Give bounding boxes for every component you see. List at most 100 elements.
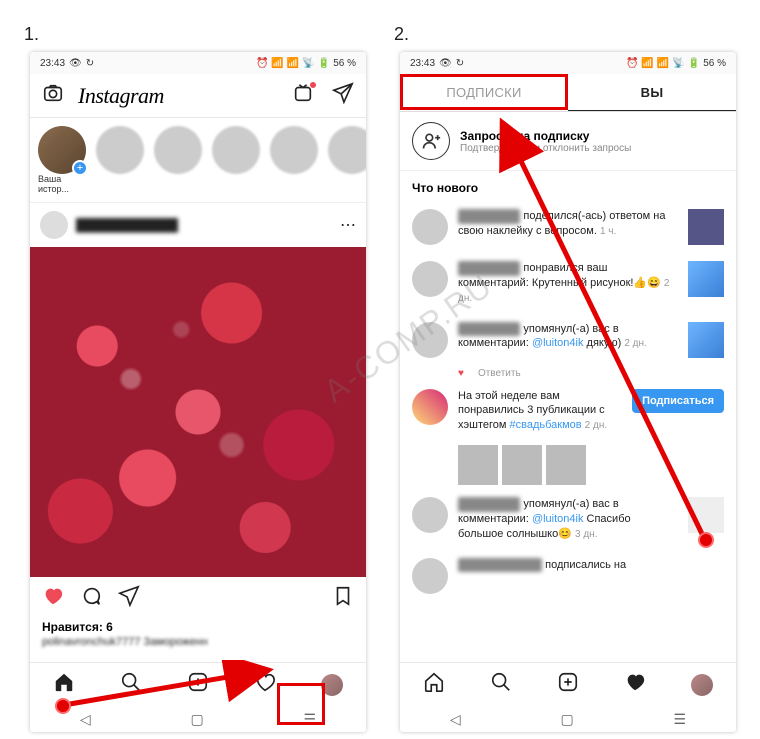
nav-home-icon[interactable] (53, 671, 75, 698)
share-icon[interactable] (118, 585, 140, 612)
follow-requests-title: Запросы на подписку (460, 129, 631, 143)
like-icon[interactable] (42, 585, 64, 612)
signal-icon: 📶 (271, 58, 283, 69)
nav-home-icon[interactable] (423, 671, 445, 698)
battery-percent: 56 % (703, 58, 726, 69)
post-author-username[interactable]: ████████████ (76, 218, 332, 232)
phone-screenshot-1: 23:43 👁 ↻ ⏰ 📶 📶 📡 🔋 56 % Instagram (30, 52, 366, 732)
activity-avatar[interactable] (412, 261, 448, 297)
activity-thumbnail[interactable] (688, 261, 724, 297)
activity-text: █████ █ ████ подписались на (458, 558, 724, 573)
annotation-dot-2 (698, 532, 714, 548)
activity-avatar[interactable] (412, 497, 448, 533)
comment-icon[interactable] (80, 585, 102, 612)
thumbnail[interactable] (546, 445, 586, 485)
section-whats-new: Что нового (400, 171, 736, 201)
activity-item[interactable]: ████████ упомянул(-а) вас в комментарии:… (400, 314, 736, 366)
signal-icon: 📶 (287, 58, 299, 69)
eye-icon: 👁 (439, 58, 452, 69)
camera-icon[interactable] (42, 82, 64, 109)
add-story-icon[interactable]: + (72, 160, 88, 176)
story-item[interactable] (328, 126, 366, 194)
activity-item[interactable]: ████████ поделился(-ась) ответом на свою… (400, 201, 736, 253)
post-caption: polinavronchuk7777 Замороженн (30, 634, 366, 650)
nav-add-icon[interactable] (557, 671, 579, 698)
annotation-highlight-heart (277, 683, 325, 725)
activity-item[interactable]: ████████ понравился ваш комментарий: Кру… (400, 253, 736, 314)
bookmark-icon[interactable] (332, 585, 354, 612)
alarm-icon: ⏰ (256, 58, 268, 69)
activity-avatar[interactable] (412, 558, 448, 594)
stories-bar[interactable]: + Ваша истор... (30, 118, 366, 203)
status-time: 23:43 (40, 58, 65, 69)
activity-thumbnail[interactable] (688, 322, 724, 358)
sync-icon: ↻ (86, 58, 94, 69)
nav-activity-icon[interactable] (254, 671, 276, 698)
activity-item[interactable]: На этой неделе вам понравились 3 публика… (400, 381, 736, 442)
story-item[interactable] (212, 126, 260, 194)
annotation-dot-1 (55, 698, 71, 714)
android-home-icon[interactable]: ▢ (190, 711, 203, 728)
battery-percent: 56 % (333, 58, 356, 69)
story-item[interactable] (270, 126, 318, 194)
follow-requests-row[interactable]: Запросы на подписку Подтвердить или откл… (400, 112, 736, 171)
likes-count[interactable]: Нравится: 6 (30, 620, 366, 634)
your-story-label: Ваша истор... (38, 174, 86, 194)
your-story[interactable]: + Ваша истор... (38, 126, 86, 194)
android-back-icon[interactable]: ◁ (450, 711, 461, 728)
activity-item[interactable]: █████ █ ████ подписались на (400, 550, 736, 602)
activity-text: ████████ упомянул(-а) вас в комментарии:… (458, 497, 678, 542)
post-header: ████████████ ⋯ (30, 203, 366, 247)
status-bar: 23:43 👁 ↻ ⏰ 📶 📶 📡 🔋 56 % (30, 52, 366, 74)
activity-thumbnail[interactable] (688, 209, 724, 245)
follow-requests-subtitle: Подтвердить или отклонить запросы (460, 143, 631, 154)
step-2-label: 2. (394, 24, 409, 45)
eye-icon: 👁 (69, 58, 82, 69)
signal-icon: 📶 (657, 58, 669, 69)
status-bar: 23:43 👁 ↻ ⏰ 📶 📶 📡 🔋 56 % (400, 52, 736, 74)
nav-search-icon[interactable] (490, 671, 512, 698)
thumbnail[interactable] (502, 445, 542, 485)
app-header: Instagram (30, 74, 366, 118)
activity-reply-row: ♥ Ответить (400, 366, 736, 381)
subscribe-button[interactable]: Подписаться (632, 389, 724, 413)
reply-link[interactable]: Ответить (478, 368, 521, 379)
phone-screenshot-2: 23:43 👁 ↻ ⏰ 📶 📶 📡 🔋 56 % ПОДПИСКИ Вы Зап… (400, 52, 736, 732)
notification-dot-icon (310, 82, 316, 88)
tab-you[interactable]: Вы (568, 74, 736, 111)
alarm-icon: ⏰ (626, 58, 638, 69)
post-image[interactable] (30, 247, 366, 577)
activity-item[interactable]: ████████ упомянул(-а) вас в комментарии:… (400, 489, 736, 550)
nav-add-icon[interactable] (187, 671, 209, 698)
step-1-label: 1. (24, 24, 39, 45)
wifi-icon: 📡 (302, 58, 314, 69)
story-item[interactable] (96, 126, 144, 194)
direct-message-icon[interactable] (332, 82, 354, 109)
nav-search-icon[interactable] (120, 671, 142, 698)
hashtag-avatar[interactable] (412, 389, 448, 425)
instagram-logo: Instagram (78, 83, 164, 109)
activity-thumbnail[interactable] (688, 497, 724, 533)
sync-icon: ↻ (456, 58, 464, 69)
nav-profile-icon[interactable] (691, 674, 713, 696)
like-small-icon[interactable]: ♥ (458, 368, 464, 379)
activity-avatar[interactable] (412, 322, 448, 358)
igtv-icon[interactable] (292, 82, 314, 109)
android-recent-icon[interactable]: ☰ (674, 711, 687, 728)
battery-icon: 🔋 (318, 58, 330, 69)
activity-text: На этой неделе вам понравились 3 публика… (458, 389, 622, 434)
android-home-icon[interactable]: ▢ (560, 711, 573, 728)
android-back-icon[interactable]: ◁ (80, 711, 91, 728)
activity-avatar[interactable] (412, 209, 448, 245)
post-actions (30, 577, 366, 620)
wifi-icon: 📡 (672, 58, 684, 69)
hashtag-thumbnails (400, 441, 736, 489)
activity-text: ████████ понравился ваш комментарий: Кру… (458, 261, 678, 306)
battery-icon: 🔋 (688, 58, 700, 69)
nav-activity-icon[interactable] (624, 671, 646, 698)
post-author-avatar[interactable] (40, 211, 68, 239)
thumbnail[interactable] (458, 445, 498, 485)
story-item[interactable] (154, 126, 202, 194)
activity-text: ████████ поделился(-ась) ответом на свою… (458, 209, 678, 239)
post-more-icon[interactable]: ⋯ (340, 215, 356, 235)
